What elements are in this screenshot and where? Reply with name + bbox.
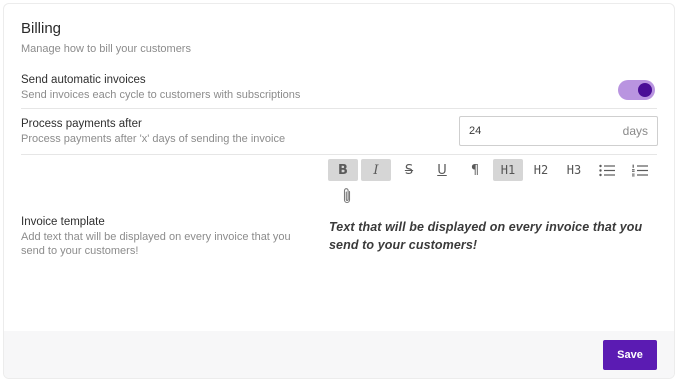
invoice-template-editor[interactable]: Text that will be displayed on every inv… — [329, 218, 659, 254]
toggle-knob — [638, 83, 652, 97]
ordered-list-icon — [632, 164, 648, 176]
auto-invoices-description: Send invoices each cycle to customers wi… — [21, 89, 301, 101]
auto-invoices-toggle[interactable] — [618, 80, 655, 100]
bullet-list-icon — [599, 164, 615, 176]
bold-icon: B — [338, 162, 348, 178]
heading-3-button[interactable]: H3 — [559, 159, 589, 181]
auto-invoices-label: Send automatic invoices — [21, 74, 146, 86]
heading-1-button[interactable]: H1 — [493, 159, 523, 181]
heading-3-icon: H3 — [566, 163, 582, 177]
process-days-input[interactable] — [460, 117, 610, 145]
process-days-field: days — [459, 116, 658, 146]
bold-button[interactable]: B — [328, 159, 358, 181]
invoice-template-row: Invoice template Add text that will be d… — [21, 215, 306, 258]
card-footer: Save — [4, 331, 674, 378]
heading-1-icon: H1 — [500, 163, 516, 177]
attachment-button[interactable] — [332, 185, 362, 207]
process-payments-description: Process payments after 'x' days of sendi… — [21, 133, 286, 145]
billing-header: Billing Manage how to bill your customer… — [21, 19, 191, 56]
paragraph-icon: ¶ — [470, 162, 480, 178]
billing-card: Billing Manage how to bill your customer… — [3, 3, 675, 379]
underline-icon: U — [437, 162, 447, 178]
auto-invoices-row: Send automatic invoices Send invoices ea… — [21, 73, 300, 102]
heading-2-button[interactable]: H2 — [526, 159, 556, 181]
heading-2-icon: H2 — [533, 163, 549, 177]
process-payments-row: Process payments after Process payments … — [21, 117, 285, 146]
italic-button[interactable]: I — [361, 159, 391, 181]
divider — [21, 154, 657, 155]
section-description: Manage how to bill your customers — [21, 43, 191, 55]
italic-icon: I — [373, 162, 379, 178]
strikethrough-button[interactable]: S — [394, 159, 424, 181]
strikethrough-icon: S — [404, 162, 414, 178]
ordered-list-button[interactable] — [625, 159, 655, 181]
divider — [21, 108, 657, 109]
underline-button[interactable]: U — [427, 159, 457, 181]
invoice-template-description: Add text that will be displayed on every… — [21, 231, 291, 257]
paragraph-button[interactable]: ¶ — [460, 159, 490, 181]
bullet-list-button[interactable] — [592, 159, 622, 181]
section-title: Billing — [21, 20, 62, 37]
process-payments-label: Process payments after — [21, 118, 142, 130]
invoice-template-label: Invoice template — [21, 216, 105, 228]
paperclip-icon — [343, 188, 351, 204]
save-button[interactable]: Save — [603, 340, 657, 370]
days-suffix: days — [622, 124, 648, 138]
